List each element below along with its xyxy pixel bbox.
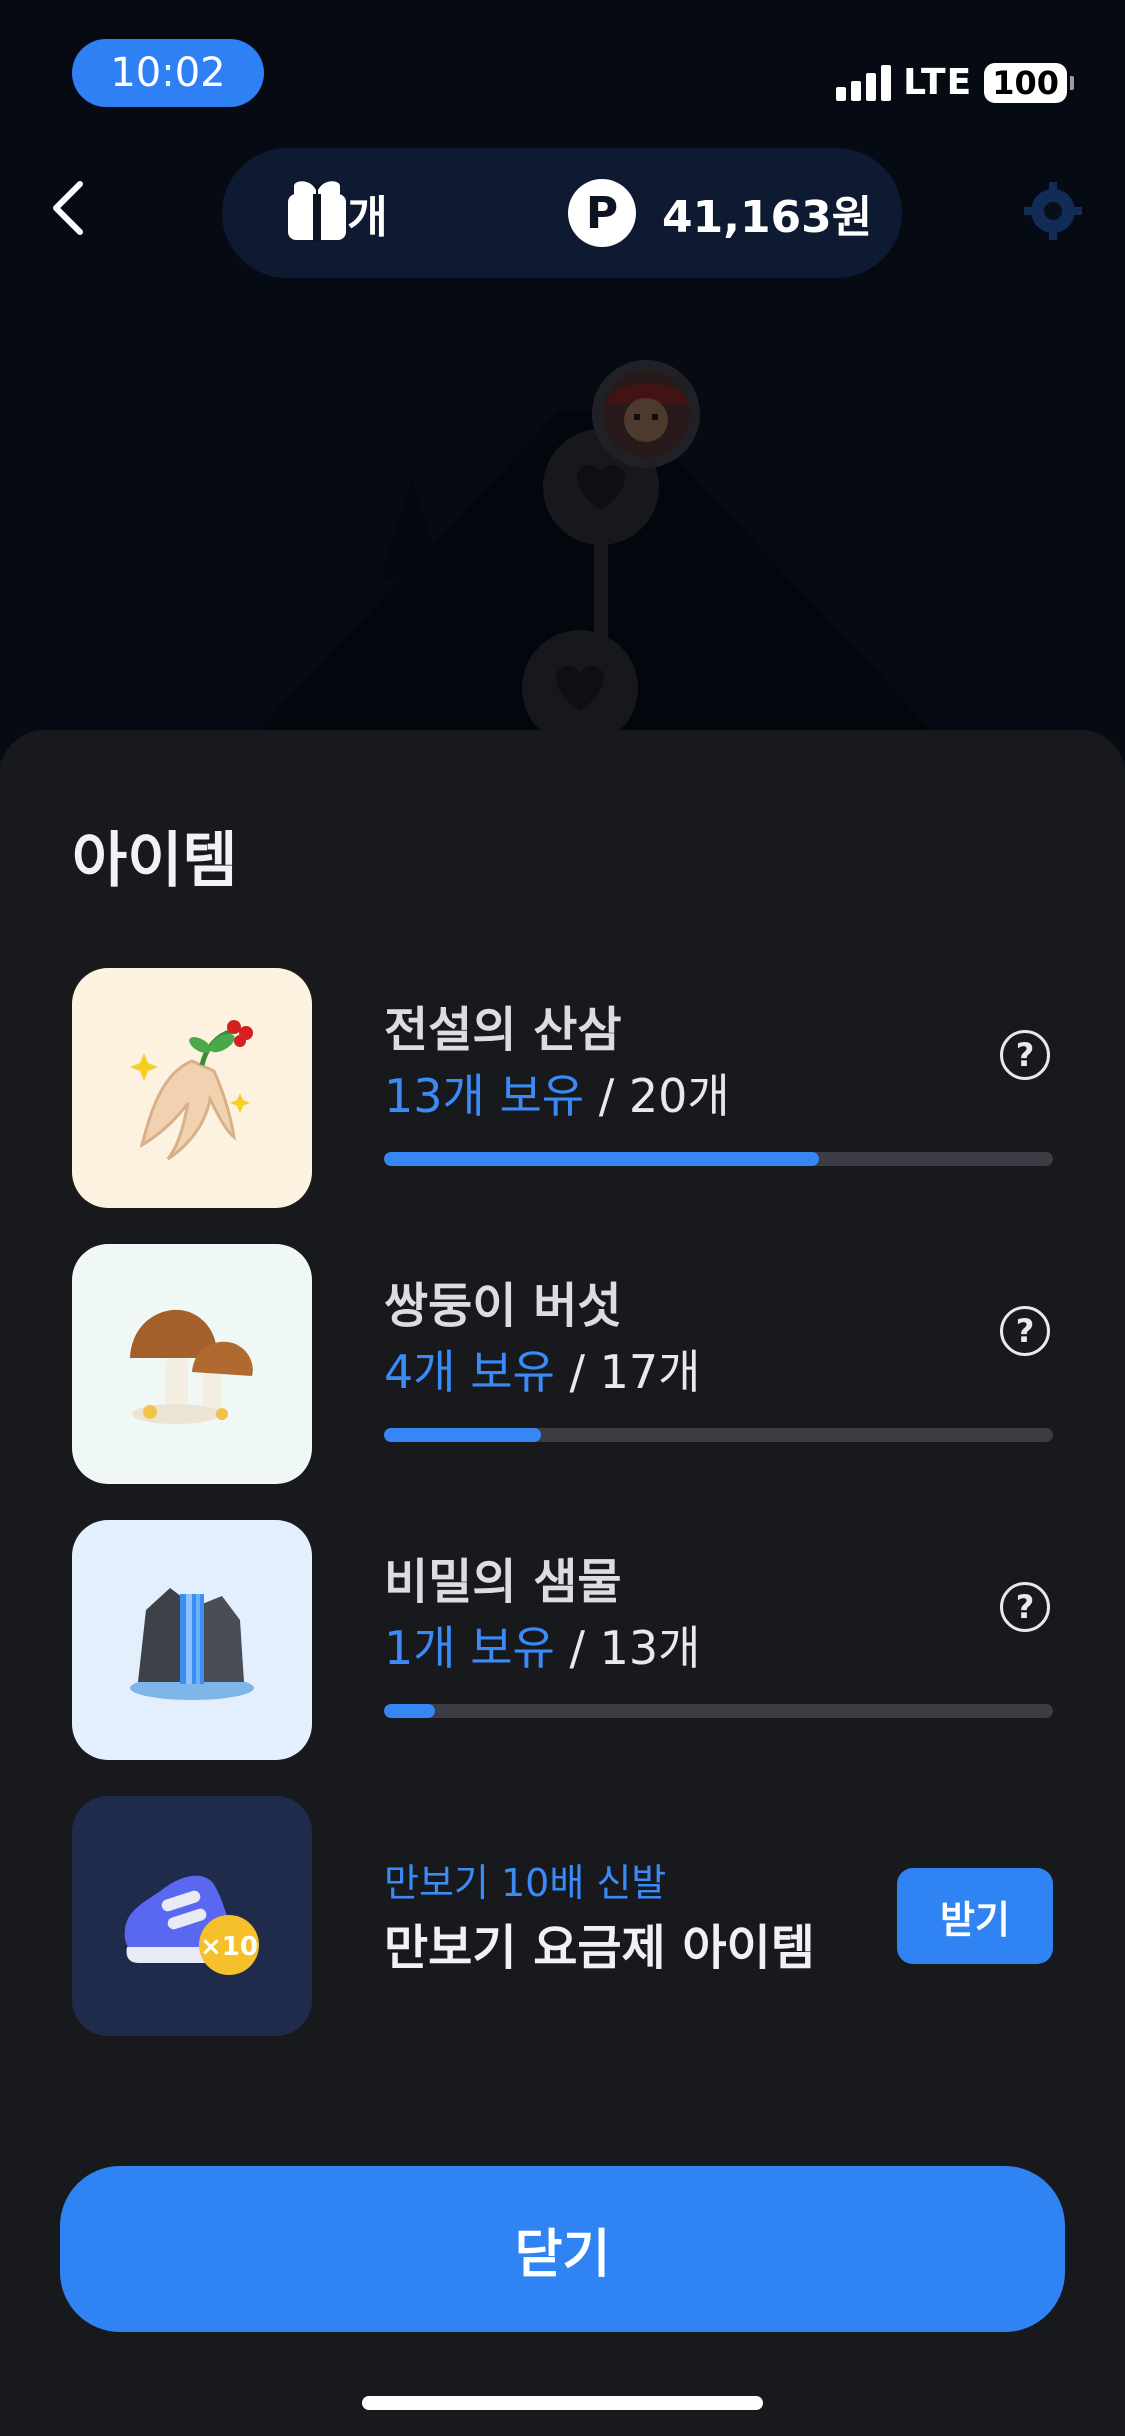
item-total-count: / 17개 bbox=[554, 1345, 701, 1399]
help-icon[interactable]: ? bbox=[1000, 1582, 1050, 1632]
items-bottom-sheet: 아이템 전설의 산삼 13개 보유 / 20개 ? 쌍둥이 버섯 4개 보유 /… bbox=[0, 730, 1125, 2436]
point-balance[interactable]: P 41,163원 bbox=[568, 178, 872, 248]
background-scene: 10:02 LTE 100 18개 P 41,163원 bbox=[0, 0, 1125, 760]
waterfall-icon bbox=[130, 1588, 254, 1700]
gear-icon bbox=[1024, 182, 1082, 240]
mushroom-icon bbox=[130, 1309, 253, 1424]
signal-icon bbox=[836, 64, 892, 101]
item-quantity: 4개 보유 / 17개 bbox=[384, 1336, 700, 1402]
point-icon: P bbox=[568, 179, 636, 247]
item-owned-count: 4개 보유 bbox=[384, 1345, 555, 1399]
back-button[interactable] bbox=[48, 178, 108, 248]
sheet-title: 아이템 bbox=[72, 826, 238, 896]
sneaker-icon: ×10 bbox=[124, 1875, 259, 1975]
ginseng-icon bbox=[130, 1020, 253, 1161]
item-name: 전설의 산삼 bbox=[384, 1002, 622, 1058]
gift-box-icon bbox=[288, 181, 346, 242]
item-progress-fill bbox=[384, 1704, 436, 1718]
item-thumbnail bbox=[72, 1520, 312, 1760]
item-progress-fill bbox=[384, 1428, 542, 1442]
item-name: 쌍둥이 버섯 bbox=[384, 1278, 622, 1334]
item-total-count: / 20개 bbox=[584, 1069, 730, 1123]
item-progress-bar bbox=[384, 1152, 1053, 1166]
chevron-left-icon bbox=[53, 181, 83, 235]
item-progress-fill bbox=[384, 1152, 819, 1166]
gift-counter[interactable]: 18개 bbox=[286, 178, 388, 248]
item-thumbnail: ×10 bbox=[72, 1796, 312, 2036]
item-thumbnail bbox=[72, 1244, 312, 1484]
item-owned-count: 1개 보유 bbox=[384, 1621, 555, 1675]
point-amount: 41,163원 bbox=[662, 192, 873, 243]
promo-subtitle: 만보기 10배 신발 bbox=[384, 1861, 667, 1905]
battery-icon: 100 bbox=[984, 62, 1074, 103]
help-icon[interactable]: ? bbox=[1000, 1306, 1050, 1356]
item-row-spring-water: 비밀의 샘물 1개 보유 / 13개 ? bbox=[72, 1520, 1053, 1760]
promo-badge-text: ×10 bbox=[200, 1932, 258, 1962]
item-name: 비밀의 샘물 bbox=[384, 1554, 622, 1610]
item-owned-count: 13개 보유 bbox=[384, 1069, 585, 1123]
close-button[interactable]: 닫기 bbox=[60, 2166, 1065, 2332]
item-total-count: / 13개 bbox=[554, 1621, 701, 1675]
item-row-mushroom: 쌍둥이 버섯 4개 보유 / 17개 ? bbox=[72, 1244, 1053, 1484]
scene-dim-overlay bbox=[0, 0, 1125, 760]
home-indicator bbox=[362, 2396, 763, 2410]
settings-button[interactable] bbox=[1022, 180, 1084, 242]
item-quantity: 1개 보유 / 13개 bbox=[384, 1612, 700, 1678]
status-indicators: LTE 100 bbox=[836, 62, 1074, 103]
status-time: 10:02 bbox=[72, 39, 264, 107]
help-icon[interactable]: ? bbox=[1000, 1030, 1050, 1080]
receive-button[interactable]: 받기 bbox=[897, 1868, 1053, 1964]
network-label: LTE bbox=[903, 62, 973, 103]
item-quantity: 13개 보유 / 20개 bbox=[384, 1060, 730, 1126]
item-thumbnail bbox=[72, 968, 312, 1208]
item-progress-bar bbox=[384, 1428, 1053, 1442]
item-progress-bar bbox=[384, 1704, 1053, 1718]
item-row-ginseng: 전설의 산삼 13개 보유 / 20개 ? bbox=[72, 968, 1053, 1208]
promo-item-row: ×10 만보기 10배 신발 만보기 요금제 아이템 받기 bbox=[72, 1796, 1053, 2036]
promo-title: 만보기 요금제 아이템 bbox=[384, 1920, 815, 1976]
